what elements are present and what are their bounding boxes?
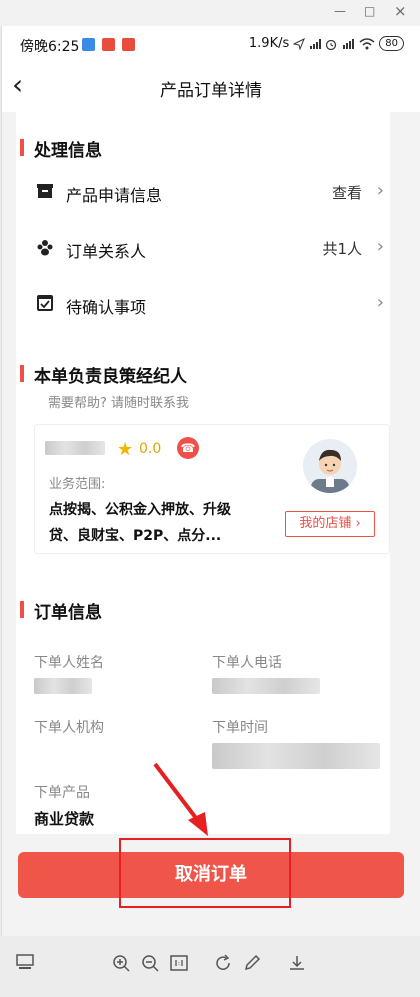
star-icon: ★ [117,439,134,460]
status-bar: 傍晚6:25 1.9K/s 80 [2,26,420,62]
agent-avatar [303,439,357,493]
location-icon [293,37,306,50]
app-notification-icon [122,38,135,51]
actual-size-icon[interactable] [170,954,188,977]
scope-text: 点按揭、公积金入押放、升级贷、良财宝、P2P、点分... [49,502,231,544]
signal-icon [310,38,322,49]
orderer-phone-label: 下单人电话 [212,655,282,671]
emulator-titlebar: — □ × [0,0,420,26]
page-title: 产品订单详情 [160,81,262,101]
order-product-value: 商业贷款 [34,810,95,828]
order-product-label: 下单产品 [34,785,90,801]
wifi-icon [359,37,375,49]
row-value: 共1人 [322,240,362,258]
battery-indicator: 80 [379,36,404,51]
status-indicators: 1.9K/s 80 [249,36,404,51]
network-speed: 1.9K/s [248,36,290,51]
chevron-right-icon: › [376,180,384,201]
app-notification-icon [102,38,115,51]
screen-icon[interactable] [16,954,34,975]
row-product-application[interactable]: 产品申请信息 查看 › [16,168,390,218]
order-section-title: 订单信息 [20,598,102,623]
alarm-icon [326,39,337,50]
app-notification-icon [82,38,95,51]
my-store-label: 我的店铺 [299,516,352,531]
order-time-redacted [212,743,380,769]
row-label: 待确认事项 [66,298,147,317]
chevron-right-icon: › [355,516,361,531]
minimize-button[interactable]: — [334,4,346,18]
status-time: 傍晚6:25 [20,39,80,55]
annotation-highlight-box [119,838,291,908]
phone-screen: 傍晚6:25 1.9K/s 80 ‹ 产品订单详情 处理信息 产品申请信息 查看… [1,26,420,936]
row-label: 订单关系人 [66,242,147,261]
scope-label: 业务范围: [49,477,106,492]
agent-hint: 需要帮助? 请随时联系我 [48,396,190,411]
orderer-org-label: 下单人机构 [34,720,104,736]
checkbox-icon [37,295,53,311]
row-order-contacts[interactable]: 订单关系人 共1人 › [16,224,390,274]
chevron-right-icon: › [376,236,384,257]
agent-name-redacted [45,441,105,455]
rotate-icon[interactable] [214,954,232,977]
orderer-name-label: 下单人姓名 [34,655,104,671]
zoom-in-icon[interactable] [112,954,130,977]
emulator-toolbar [0,936,420,997]
row-label: 产品申请信息 [66,186,163,205]
phone-call-icon[interactable]: ☎ [177,437,199,459]
maximize-button[interactable]: □ [364,4,375,18]
row-value: 查看 [331,184,362,202]
agent-section-title: 本单负责良策经纪人 [20,362,187,387]
zoom-out-icon[interactable] [141,954,159,977]
people-icon [37,240,53,256]
pencil-icon[interactable] [243,954,261,977]
orderer-name-redacted [34,678,92,694]
avatar-illustration [311,449,349,493]
download-icon[interactable] [288,954,306,977]
processing-section-title: 处理信息 [20,136,102,161]
close-button[interactable]: × [394,2,407,20]
nav-bar: ‹ 产品订单详情 [2,62,420,112]
row-pending-items[interactable]: 待确认事项 › [16,280,390,330]
agent-rating: 0.0 [139,441,162,457]
order-detail-content[interactable]: 处理信息 产品申请信息 查看 › 订单关系人 共1人 › 待确认事项 › 本单负… [16,112,390,834]
my-store-button[interactable]: 我的店铺 › [285,511,375,537]
hd-signal-icon [343,38,355,49]
orderer-phone-redacted [212,678,320,694]
chevron-right-icon: › [376,292,384,313]
agent-card[interactable]: ★ 0.0 ☎ 业务范围: 点按揭、公积金入押放、升级贷、良财宝、P2P、点分.… [34,424,390,554]
folder-icon [37,184,53,198]
order-time-label: 下单时间 [212,720,268,736]
